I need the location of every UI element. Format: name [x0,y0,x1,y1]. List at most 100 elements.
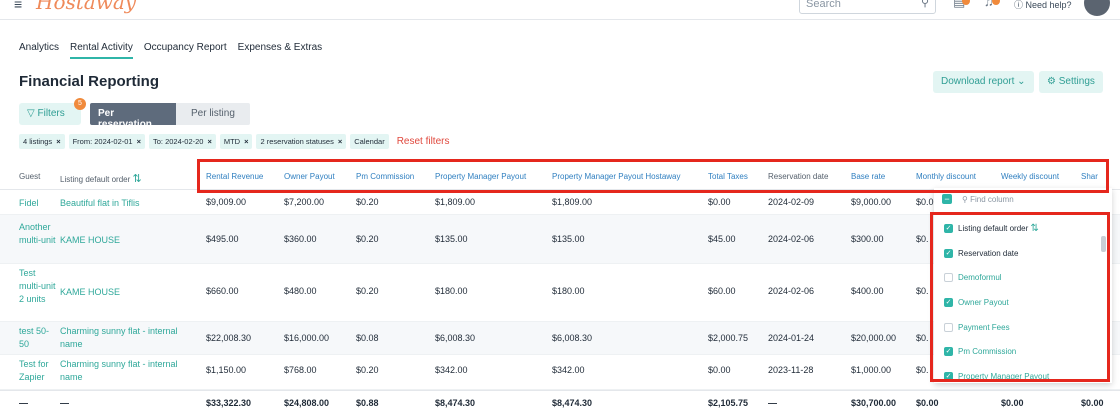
chip-label: To: 2024-02-20 [153,137,204,146]
base-rate-cell: $300.00 [851,234,884,244]
total-listing-cell: — [60,398,69,408]
total-taxes-cell: $0.00 [708,197,731,207]
filter-chip[interactable]: MTD × [219,134,253,149]
tab-occupancy-report[interactable]: Occupancy Report [144,42,227,59]
close-icon[interactable]: × [56,137,60,146]
avatar[interactable] [1084,0,1110,16]
guest-link[interactable]: Another multi-unit [19,221,59,247]
help-link[interactable]: ⓘ Need help? [1014,0,1072,11]
app-logo[interactable]: Hostaway [36,0,136,14]
help-label: Need help? [1025,0,1072,10]
highlight-box-header [197,159,1109,193]
listing-link[interactable]: KAME HOUSE [60,286,196,299]
total-rental-revenue: $33,322.30 [206,398,252,408]
filter-chip[interactable]: 2 reservation statuses × [256,134,347,149]
notification-dot [992,0,1000,5]
chip-label: From: 2024-02-01 [72,137,133,146]
pm-payout-cell: $6,008.30 [435,333,476,343]
total-taxes: $2,105.75 [708,398,749,408]
tab-rental-activity[interactable]: Rental Activity [70,42,133,59]
guest-link[interactable]: test 50-50 [19,325,59,351]
base-rate-cell: $1,000.00 [851,365,892,375]
search-icon: ⚲ [920,0,929,9]
filters-label: Filters [37,108,65,119]
chevron-down-icon: ⌄ [1017,76,1026,87]
filter-chip[interactable]: From: 2024-02-01 × [68,134,145,149]
monthly-discount-cell: $0. [916,286,929,296]
tab-expenses-extras[interactable]: Expenses & Extras [238,42,322,59]
pm-commission-cell: $0.08 [356,333,379,343]
reservation-date-cell: 2023-11-28 [768,365,814,375]
search-input[interactable]: Search ⚲ [799,0,936,14]
col-listing[interactable]: Listing default order ⇅ [60,172,142,185]
chip-label: 2 reservation statuses [260,137,334,146]
close-icon[interactable]: × [137,137,141,146]
total-share: $0.00 [1081,398,1104,408]
download-report-button[interactable]: Download report ⌄ [933,71,1034,93]
settings-button[interactable]: ⚙ Settings [1039,71,1103,93]
filters-count-badge: 5 [74,98,86,110]
owner-payout-cell: $480.00 [284,286,317,296]
sort-icon[interactable]: ⇅ [133,173,142,185]
pm-payout-hostaway-cell: $1,809.00 [552,197,593,207]
base-rate-cell: $400.00 [851,286,884,296]
monthly-discount-cell: $0. [916,333,929,343]
tab-analytics[interactable]: Analytics [19,42,59,59]
owner-payout-cell: $16,000.00 [284,333,330,343]
reservation-date-cell: 2024-01-24 [768,333,815,343]
close-icon[interactable]: × [207,137,211,146]
pm-payout-cell: $342.00 [435,365,468,375]
total-taxes-cell: $45.00 [708,234,736,244]
total-taxes-cell: $2,000.75 [708,333,749,343]
reset-filters-link[interactable]: Reset filters [397,136,450,147]
download-label: Download report [941,76,1015,87]
close-icon[interactable]: × [338,137,342,146]
listing-link[interactable]: Charming sunny flat - internal name [60,358,196,384]
filter-chip[interactable]: 4 listings × [19,134,65,149]
owner-payout-cell: $360.00 [284,234,317,244]
pm-payout-cell: $135.00 [435,234,468,244]
close-icon[interactable]: × [244,137,248,146]
owner-payout-cell: $7,200.00 [284,197,325,207]
guest-link[interactable]: Test for Zapier [19,358,59,384]
notification-dot [962,0,970,5]
per-reservation-toggle[interactable]: Per reservation [90,103,176,130]
listing-link[interactable]: Beautiful flat in Tiflis [60,197,196,210]
pm-payout-hostaway-cell: $180.00 [552,286,585,296]
pm-payout-hostaway-cell: $6,008.30 [552,333,593,343]
guest-link[interactable]: Test multi-unit 2 units [19,267,59,306]
filters-button[interactable]: ▽ Filters [19,103,81,125]
pm-commission-cell: $0.20 [356,286,379,296]
pm-payout-hostaway-cell: $342.00 [552,365,585,375]
chip-label: MTD [223,137,241,146]
highlight-box-dropdown [930,212,1110,382]
total-pm-payout: $8,474.30 [435,398,476,408]
listing-link[interactable]: Charming sunny flat - internal name [60,325,196,351]
pm-commission-cell: $0.20 [356,234,379,244]
active-filter-chips: 4 listings × From: 2024-02-01 × To: 2024-0… [19,134,449,149]
top-bar: ≡ Hostaway Search ⚲ ▤ ♫ ⓘ Need help? [0,0,1120,20]
guest-link[interactable]: Fidel [19,197,59,210]
deselect-all-checkbox[interactable]: − [942,194,952,204]
search-icon: ⚲ [962,195,968,204]
pm-payout-cell: $1,809.00 [435,197,476,207]
filter-chip[interactable]: To: 2024-02-20 × [149,134,216,149]
total-pm-commission: $0.88 [356,398,379,408]
rental-revenue-cell: $660.00 [206,286,239,296]
rental-revenue-cell: $22,008.30 [206,333,252,343]
find-column-input[interactable]: − ⚲ Find column [942,194,1014,204]
pm-commission-cell: $0.20 [356,365,379,375]
find-column-placeholder: Find column [970,195,1014,204]
menu-icon[interactable]: ≡ [14,0,22,12]
filter-chip[interactable]: Calendar [350,134,389,149]
total-weekly-discount: $0.00 [1001,398,1024,408]
col-listing-label: Listing default order [60,175,131,184]
chip-label: Calendar [354,137,385,146]
listing-link[interactable]: KAME HOUSE [60,234,196,247]
col-guest[interactable]: Guest [19,172,40,181]
per-listing-toggle[interactable]: Per listing [176,103,250,125]
monthly-discount-cell: $0. [916,365,929,375]
pm-payout-cell: $180.00 [435,286,468,296]
total-reservation-date: — [768,398,777,408]
pm-commission-cell: $0.20 [356,197,379,207]
